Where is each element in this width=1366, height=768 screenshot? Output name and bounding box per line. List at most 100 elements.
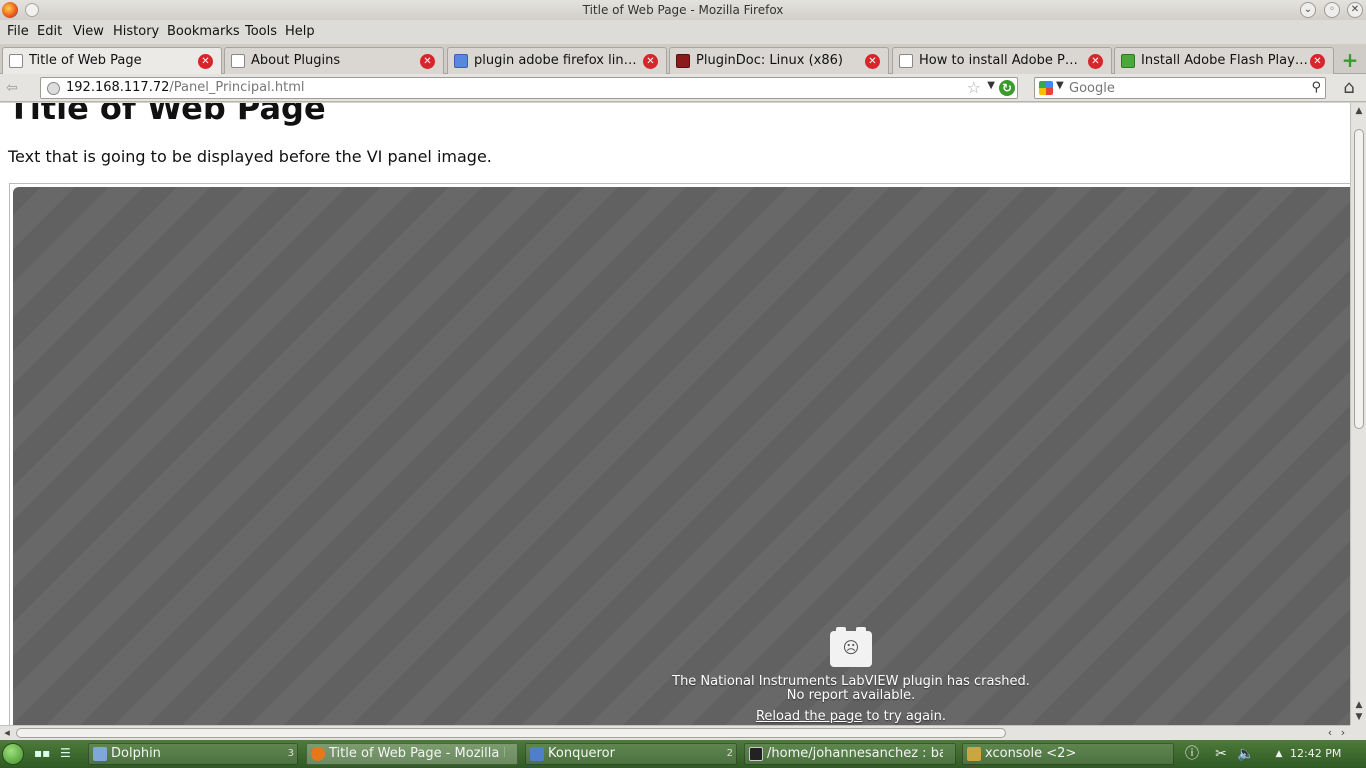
task-firefox[interactable]: Title of Web Page - Mozilla Firefox bbox=[306, 743, 518, 765]
flash-icon bbox=[1121, 54, 1135, 68]
site-identity-icon[interactable] bbox=[47, 82, 60, 95]
tab-flash-player[interactable]: Install Adobe Flash Player ... ✕ bbox=[1114, 47, 1334, 74]
scroll-down-icon[interactable]: ▼ bbox=[1353, 711, 1365, 723]
minimize-icon[interactable]: ⌄ bbox=[1300, 2, 1316, 18]
task-terminal[interactable]: /home/johannesanchez : bash bbox=[744, 743, 956, 765]
vertical-scrollbar[interactable]: ▲ ▲ ▼ bbox=[1350, 103, 1366, 725]
task-xconsole[interactable]: xconsole <2> bbox=[962, 743, 1174, 765]
close-tab-icon[interactable]: ✕ bbox=[865, 54, 880, 69]
menu-file[interactable]: File bbox=[7, 24, 29, 39]
horizontal-scroll-thumb[interactable] bbox=[16, 728, 1006, 738]
task-konqueror[interactable]: Konqueror 2 bbox=[525, 743, 737, 765]
tray-expand-icon[interactable]: ▲ bbox=[1270, 745, 1288, 763]
page-icon bbox=[899, 54, 913, 68]
new-tab-icon[interactable]: + bbox=[1340, 50, 1360, 70]
xconsole-icon bbox=[967, 747, 981, 761]
search-input[interactable] bbox=[1069, 80, 1299, 96]
dolphin-icon bbox=[93, 747, 107, 761]
url-history-dropdown-icon[interactable]: ▼ bbox=[987, 80, 995, 91]
horizontal-scrollbar[interactable]: ◂ ‹ › bbox=[0, 725, 1350, 740]
window-title: Title of Web Page - Mozilla Firefox bbox=[582, 3, 784, 17]
window-menu-icon[interactable] bbox=[25, 3, 39, 17]
page-icon bbox=[231, 54, 245, 68]
vertical-scroll-thumb[interactable] bbox=[1354, 129, 1364, 429]
url-bar[interactable]: 192.168.117.72/Panel_Principal.html ☆ ▼ … bbox=[40, 77, 1018, 99]
crash-message-line1: The National Instruments LabVIEW plugin … bbox=[672, 674, 1030, 689]
tab-bar: Title of Web Page ✕ About Plugins ✕ plug… bbox=[0, 44, 1366, 74]
sad-plugin-icon: ☹ bbox=[830, 627, 872, 667]
close-tab-icon[interactable]: ✕ bbox=[643, 54, 658, 69]
scroll-up-icon[interactable]: ▲ bbox=[1353, 105, 1365, 117]
back-arrow-icon[interactable]: ⇦ bbox=[6, 78, 30, 98]
task-label: xconsole <2> bbox=[985, 746, 1077, 761]
scroll-right-icon[interactable]: › bbox=[1337, 726, 1349, 740]
close-tab-icon[interactable]: ✕ bbox=[198, 54, 213, 69]
crashed-plugin-area: ☹ The National Instruments LabVIEW plugi… bbox=[13, 187, 1350, 725]
terminal-icon bbox=[749, 747, 763, 761]
crash-reload-line: Reload the page to try again. bbox=[601, 709, 1101, 724]
scroll-left-icon[interactable]: ‹ bbox=[1324, 726, 1336, 740]
menu-bookmarks[interactable]: Bookmarks bbox=[167, 24, 240, 39]
url-path: /Panel_Principal.html bbox=[169, 80, 305, 95]
bookmark-star-icon[interactable]: ☆ bbox=[967, 78, 981, 97]
google-icon bbox=[454, 54, 468, 68]
desktop-pager-icon[interactable]: ▪▪ bbox=[34, 746, 50, 762]
search-engine-google-icon[interactable] bbox=[1039, 81, 1053, 95]
search-bar[interactable]: ▼ ⚲ bbox=[1034, 77, 1326, 99]
reload-page-link[interactable]: Reload the page bbox=[756, 709, 862, 724]
close-tab-icon[interactable]: ✕ bbox=[1310, 54, 1325, 69]
start-menu-icon[interactable] bbox=[2, 743, 24, 765]
task-group-count: 2 bbox=[726, 748, 733, 759]
info-icon[interactable]: ⓘ bbox=[1183, 745, 1201, 763]
tab-label: Install Adobe Flash Player ... bbox=[1141, 53, 1309, 68]
page-icon bbox=[9, 54, 23, 68]
firefox-logo-icon[interactable] bbox=[2, 2, 18, 18]
show-desktop-icon[interactable]: ☰ bbox=[60, 746, 76, 762]
tab-adobe-pdf[interactable]: How to install Adobe PDF ... ✕ bbox=[892, 47, 1112, 74]
navigation-bar: ⇦ 192.168.117.72/Panel_Principal.html ☆ … bbox=[0, 74, 1366, 102]
task-label: Konqueror bbox=[548, 746, 615, 761]
search-engine-dropdown-icon[interactable]: ▼ bbox=[1056, 80, 1064, 91]
tab-label: About Plugins bbox=[251, 53, 341, 68]
maximize-icon[interactable]: ◦ bbox=[1324, 2, 1340, 18]
tab-label: How to install Adobe PDF ... bbox=[919, 53, 1087, 68]
close-tab-icon[interactable]: ✕ bbox=[1088, 54, 1103, 69]
task-group-count: 3 bbox=[287, 748, 294, 759]
tab-title-of-web-page[interactable]: Title of Web Page ✕ bbox=[2, 47, 222, 74]
tab-plugindoc[interactable]: PluginDoc: Linux (x86) ✕ bbox=[669, 47, 889, 74]
menu-view[interactable]: View bbox=[73, 24, 104, 39]
firefox-icon bbox=[311, 747, 325, 761]
crash-message: The National Instruments LabVIEW plugin … bbox=[601, 675, 1101, 703]
tab-label: Title of Web Page bbox=[29, 53, 142, 68]
tab-plugin-search[interactable]: plugin adobe firefox linux ... ✕ bbox=[447, 47, 667, 74]
tab-about-plugins[interactable]: About Plugins ✕ bbox=[224, 47, 444, 74]
menu-edit[interactable]: Edit bbox=[37, 24, 62, 39]
scroll-left-icon[interactable]: ◂ bbox=[1, 726, 13, 740]
konqueror-icon bbox=[530, 747, 544, 761]
binoculars-search-icon[interactable]: ⚲ bbox=[1311, 80, 1321, 95]
reload-icon[interactable]: ↻ bbox=[999, 80, 1015, 96]
url-host: 192.168.117.72 bbox=[66, 80, 170, 95]
scrollbar-corner bbox=[1350, 725, 1366, 740]
task-dolphin[interactable]: Dolphin 3 bbox=[88, 743, 298, 765]
url-text[interactable]: 192.168.117.72/Panel_Principal.html bbox=[66, 80, 304, 95]
scroll-up-icon[interactable]: ▲ bbox=[1353, 699, 1365, 711]
taskbar: ▪▪ ☰ Dolphin 3 Title of Web Page - Mozil… bbox=[0, 740, 1366, 768]
task-label: Title of Web Page - Mozilla Firefox bbox=[329, 746, 505, 761]
menu-help[interactable]: Help bbox=[285, 24, 315, 39]
tab-label: plugin adobe firefox linux ... bbox=[474, 53, 642, 68]
menu-tools[interactable]: Tools bbox=[245, 24, 277, 39]
close-tab-icon[interactable]: ✕ bbox=[420, 54, 435, 69]
home-icon[interactable]: ⌂ bbox=[1338, 78, 1360, 98]
klipper-scissors-icon[interactable]: ✂ bbox=[1212, 745, 1230, 763]
menu-history[interactable]: History bbox=[113, 24, 159, 39]
plugindoc-icon bbox=[676, 54, 690, 68]
close-window-icon[interactable]: ✕ bbox=[1347, 2, 1363, 18]
tab-label: PluginDoc: Linux (x86) bbox=[696, 53, 843, 68]
volume-icon[interactable]: 🔈 bbox=[1237, 745, 1255, 763]
vi-panel-frame: ☹ The National Instruments LabVIEW plugi… bbox=[9, 183, 1350, 725]
reload-suffix: to try again. bbox=[862, 709, 947, 724]
intro-text: Text that is going to be displayed befor… bbox=[8, 147, 492, 166]
clock[interactable]: 12:42 PM bbox=[1290, 747, 1341, 760]
crash-message-line2: No report available. bbox=[786, 688, 916, 703]
